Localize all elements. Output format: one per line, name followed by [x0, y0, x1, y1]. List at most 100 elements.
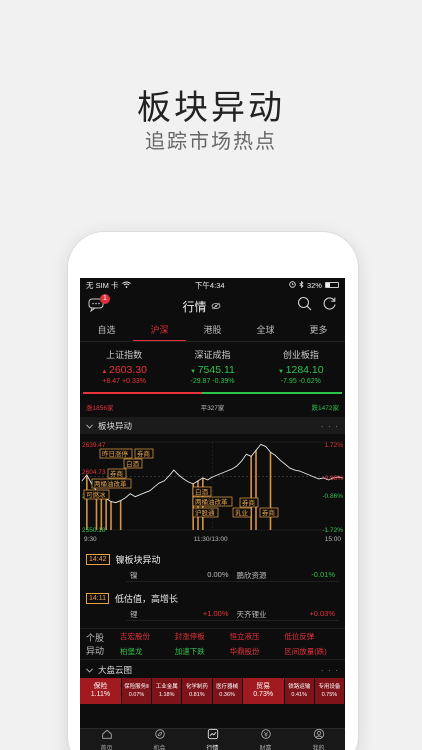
- tab-3[interactable]: 全球: [239, 320, 292, 341]
- stock-moves-label-1: 个股: [86, 633, 105, 643]
- price-point: [125, 497, 126, 499]
- heatmap-cell[interactable]: 贸易 0.73%: [242, 678, 285, 704]
- battery-percent: 32%: [306, 280, 322, 290]
- index-price-row: ▼ 7545.11: [168, 364, 256, 376]
- index-price-row: ▼ 1284.10: [257, 364, 345, 376]
- heatmap-cell[interactable]: 保险服务Ⅱ 0.07%: [121, 678, 153, 704]
- heatmap-cell-name: 工业金属: [155, 684, 178, 690]
- market-tabs: 自选 沪深 港股 全球 更多: [80, 320, 345, 342]
- more-icon[interactable]: · · ·: [321, 421, 339, 431]
- index-change-pct: -0.62%: [298, 378, 321, 385]
- price-point: [81, 480, 83, 482]
- price-point: [255, 449, 257, 451]
- tab-2[interactable]: 港股: [186, 320, 239, 341]
- stock-move-item[interactable]: 区间放量(跌): [284, 646, 339, 657]
- board-move-header[interactable]: 板块异动 · · ·: [80, 417, 345, 434]
- bottom-tab-4[interactable]: 我的: [292, 728, 345, 750]
- x-tick: 9:30: [84, 536, 97, 543]
- x-tick: 11:30/13:00: [193, 536, 228, 543]
- wallet-icon: [260, 728, 272, 743]
- stock-moves: 个股 异动 吉宏股份 封涨停板 恒立液压 低位反弹 柏堡龙 加速下跌 华鼎股份 区间放量(跌): [80, 628, 345, 660]
- eye-off-icon[interactable]: [211, 299, 221, 313]
- price-point: [192, 483, 194, 485]
- event-stock[interactable]: 天齐锂业 +0.03%: [232, 609, 339, 621]
- stock-move-item[interactable]: 封涨停板: [175, 631, 230, 642]
- bottom-tab-0[interactable]: 首页: [80, 729, 133, 750]
- stock-move-item[interactable]: 加速下跌: [175, 646, 230, 657]
- heatmap-cell[interactable]: 专用设备 0.75%: [314, 678, 345, 704]
- bottom-tab-1[interactable]: 机会: [133, 728, 186, 750]
- heatmap-cell-name: 化学制药: [185, 684, 208, 690]
- event-stock[interactable]: 鹏欣资源 -0.01%: [232, 569, 339, 582]
- heatmap-cell[interactable]: 铁路运输 0.41%: [284, 678, 315, 704]
- chevron-down-icon: [86, 421, 93, 431]
- bottom-tab-3[interactable]: 财富: [239, 728, 292, 750]
- nav-bar: 1 行情: [80, 292, 345, 320]
- event-label: 两桶油改革: [195, 497, 228, 506]
- refresh-icon[interactable]: [322, 296, 337, 316]
- index-card[interactable]: 深证成指 ▼ 7545.11 -29.87 -0.39%: [168, 348, 256, 388]
- index-summary: 上证指数 ▲ 2603.30 +8.47 +0.33% 深证成指 ▼ 7545.11 -2…: [80, 342, 345, 388]
- stock-move-item[interactable]: 华鼎股份: [230, 646, 285, 657]
- board-move-title: 板块异动: [98, 420, 133, 431]
- stock-move-item[interactable]: 吉宏股份: [120, 631, 175, 642]
- price-point: [284, 463, 286, 465]
- price-point: [187, 481, 189, 483]
- event-stock-name: 镍: [130, 570, 138, 580]
- more-icon[interactable]: · · ·: [321, 665, 339, 675]
- event-detail: 锂 +1.00% 天齐锂业 +0.03%: [126, 607, 339, 622]
- message-badge: 1: [100, 294, 110, 304]
- page-title: 行情: [182, 299, 207, 314]
- event-item[interactable]: 14:42 镍板块异动: [86, 550, 339, 568]
- arrow-down-icon: ▼: [190, 369, 198, 375]
- heatmap-cell[interactable]: 工业金属 1.18%: [152, 678, 183, 704]
- price-point: [216, 474, 218, 476]
- price-point: [221, 472, 223, 474]
- price-point: [120, 500, 122, 501]
- price-point: [265, 446, 267, 447]
- y-right-tick: 0.86%: [325, 475, 344, 482]
- heatmap-cell[interactable]: 保险 1.11%: [80, 678, 122, 704]
- search-icon[interactable]: [297, 296, 312, 316]
- event-stock-change: -0.01%: [311, 569, 335, 579]
- price-point: [110, 501, 112, 502]
- event-stock-name: 锂: [130, 609, 138, 619]
- message-button[interactable]: 1: [88, 294, 110, 314]
- index-card[interactable]: 创业板指 ▼ 1284.10 -7.95 -0.62%: [257, 348, 345, 388]
- event-label: 白酒: [126, 459, 140, 468]
- event-label: 券商: [110, 469, 124, 478]
- y-right-tick: -0.86%: [322, 493, 343, 500]
- index-price: 1284.10: [285, 364, 324, 376]
- index-name: 上证指数: [106, 350, 143, 360]
- event-label: 券商: [242, 498, 256, 507]
- heatmap-cell[interactable]: 化学制药 0.81%: [182, 678, 213, 704]
- heatmap-cell[interactable]: 医疗器械 0.36%: [212, 678, 243, 704]
- status-bar: 无 SIM 卡 下午4:34 32%: [80, 278, 345, 292]
- price-point: [245, 453, 247, 455]
- app-screen: 无 SIM 卡 下午4:34 32% 1 行情 自选 沪深 港股 全球 更多 上…: [80, 278, 345, 750]
- price-point: [163, 480, 165, 482]
- index-name: 深证成指: [194, 350, 231, 360]
- tab-4[interactable]: 更多: [292, 320, 345, 341]
- chevron-down-icon: [86, 665, 93, 675]
- cloud-title: 大盘云图: [98, 665, 133, 675]
- bottom-tab-label: 行情: [206, 745, 219, 750]
- tab-0[interactable]: 自选: [80, 320, 133, 341]
- intraday-chart[interactable]: 2639.472604.732585.752550.181.72%0.86%-0…: [80, 436, 345, 536]
- event-stock[interactable]: 锂 +1.00%: [126, 609, 233, 621]
- bottom-tab-label: 财富: [259, 745, 272, 750]
- bluetooth-icon: [299, 280, 304, 290]
- cloud-header[interactable]: 大盘云图 · · ·: [80, 662, 345, 678]
- tab-1[interactable]: 沪深: [133, 320, 186, 341]
- price-point: [129, 493, 131, 495]
- heatmap-cell-name: 贸易: [256, 683, 271, 690]
- event-item[interactable]: 14:11 低估值，高增长: [86, 589, 339, 607]
- market-breadth-bar: [80, 392, 345, 402]
- event-stock[interactable]: 镍 0.00%: [126, 570, 233, 582]
- bottom-tab-bar: 首页 机会 行情 财富 我的: [80, 728, 345, 750]
- stock-move-item[interactable]: 恒立液压: [230, 631, 285, 642]
- index-card[interactable]: 上证指数 ▲ 2603.30 +8.47 +0.33%: [80, 348, 168, 388]
- stock-move-item[interactable]: 柏堡龙: [120, 646, 175, 657]
- stock-move-item[interactable]: 低位反弹: [284, 631, 339, 642]
- bottom-tab-2[interactable]: 行情: [186, 728, 239, 750]
